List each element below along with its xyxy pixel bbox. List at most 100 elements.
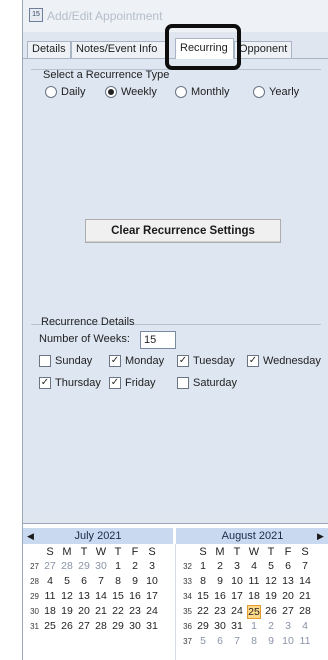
checkbox-thursday-label: Thursday (55, 377, 101, 389)
calendar-day[interactable]: 3 (281, 620, 295, 632)
calendar-day[interactable]: 9 (213, 575, 227, 587)
calendar-day[interactable]: 15 (111, 590, 125, 602)
calendar-day[interactable]: 10 (281, 635, 295, 647)
radio-yearly[interactable]: Yearly (253, 86, 299, 98)
calendar-day[interactable]: 31 (145, 620, 159, 632)
calendar-day[interactable]: 16 (213, 590, 227, 602)
calendar-day[interactable]: 23 (128, 605, 142, 617)
calendar-day[interactable]: 30 (94, 560, 108, 572)
calendar-day[interactable]: 1 (196, 560, 210, 572)
tab-notes-event-info[interactable]: Notes/Event Info (71, 41, 167, 58)
calendar-day[interactable]: 12 (264, 575, 278, 587)
calendar-day[interactable]: 4 (247, 560, 261, 572)
calendar-day[interactable]: 11 (247, 575, 261, 587)
calendar-day[interactable]: 17 (230, 590, 244, 602)
calendar-day[interactable]: 1 (111, 560, 125, 572)
calendar-day[interactable]: 26 (60, 620, 74, 632)
calendar-day[interactable]: 11 (298, 635, 312, 647)
calendar-day[interactable]: 6 (77, 575, 91, 587)
radio-circle (175, 86, 187, 98)
calendar-day[interactable]: 4 (43, 575, 57, 587)
calendar-day[interactable]: 14 (94, 590, 108, 602)
calendar-day[interactable]: 15 (196, 590, 210, 602)
calendar-day[interactable]: 7 (230, 635, 244, 647)
calendar-day[interactable]: 3 (145, 560, 159, 572)
calendar-day[interactable]: 5 (60, 575, 74, 587)
calendar-day[interactable]: 24 (230, 605, 244, 617)
calendar-day[interactable]: 13 (77, 590, 91, 602)
calendar-day[interactable]: 23 (213, 605, 227, 617)
tab-details[interactable]: Details (27, 41, 71, 58)
calendar-day[interactable]: 9 (264, 635, 278, 647)
calendar-day[interactable]: 27 (77, 620, 91, 632)
calendar-day[interactable]: 9 (128, 575, 142, 587)
radio-daily[interactable]: Daily (45, 86, 85, 98)
calendar-day[interactable]: 29 (111, 620, 125, 632)
calendar-day[interactable]: 2 (213, 560, 227, 572)
calendar-day[interactable]: 18 (247, 590, 261, 602)
calendar-day[interactable]: 19 (264, 590, 278, 602)
calendar-day[interactable]: 30 (213, 620, 227, 632)
number-of-weeks-input[interactable]: 15 (140, 331, 176, 349)
highlight-annotation (165, 24, 241, 70)
calendar-day[interactable]: 27 (43, 560, 57, 572)
checkbox-tuesday[interactable]: ✓ Tuesday (177, 355, 235, 367)
checkbox-friday[interactable]: ✓ Friday (109, 377, 156, 389)
calendar-day[interactable]: 28 (298, 605, 312, 617)
calendar-day[interactable]: 3 (230, 560, 244, 572)
radio-weekly[interactable]: Weekly (105, 86, 157, 98)
calendar-day[interactable]: 6 (213, 635, 227, 647)
calendar-day[interactable]: 10 (145, 575, 159, 587)
calendar-day[interactable]: 26 (264, 605, 278, 617)
calendar-day[interactable]: 11 (43, 590, 57, 602)
calendar-day[interactable]: 10 (230, 575, 244, 587)
calendar-day[interactable]: 25 (247, 605, 261, 619)
calendar-day[interactable]: 21 (94, 605, 108, 617)
calendar-day[interactable]: 8 (111, 575, 125, 587)
calendar-day[interactable]: 27 (281, 605, 295, 617)
calendar-day[interactable]: 16 (128, 590, 142, 602)
checkbox-wednesday[interactable]: ✓ Wednesday (247, 355, 321, 367)
calendar-day[interactable]: 29 (196, 620, 210, 632)
checkbox-monday[interactable]: ✓ Monday (109, 355, 164, 367)
month-calendar: July 2021 ◀ S M T W T F S 27 27 28 29 30 1 2 3 28 4 5 6 7 8 9… (23, 523, 328, 660)
radio-monthly[interactable]: Monthly (175, 86, 230, 98)
calendar-day[interactable]: 8 (247, 635, 261, 647)
tab-opponent[interactable]: Opponent (234, 41, 292, 58)
calendar-day[interactable]: 30 (128, 620, 142, 632)
checkbox-thursday[interactable]: ✓ Thursday (39, 377, 101, 389)
clear-recurrence-button[interactable]: Clear Recurrence Settings (85, 219, 281, 243)
calendar-day[interactable]: 4 (298, 620, 312, 632)
calendar-day[interactable]: 7 (94, 575, 108, 587)
calendar-day[interactable]: 28 (94, 620, 108, 632)
calendar-day[interactable]: 1 (247, 620, 261, 632)
calendar-day[interactable]: 21 (298, 590, 312, 602)
calendar-day[interactable]: 25 (43, 620, 57, 632)
calendar-day[interactable]: 20 (77, 605, 91, 617)
calendar-day[interactable]: 5 (264, 560, 278, 572)
calendar-day[interactable]: 5 (196, 635, 210, 647)
calendar-day[interactable]: 6 (281, 560, 295, 572)
calendar-day[interactable]: 24 (145, 605, 159, 617)
calendar-day[interactable]: 7 (298, 560, 312, 572)
calendar-day[interactable]: 13 (281, 575, 295, 587)
calendar-day[interactable]: 22 (196, 605, 210, 617)
recurrence-details-label: Recurrence Details (41, 316, 135, 328)
checkbox-sunday[interactable]: Sunday (39, 355, 92, 367)
checkbox-saturday[interactable]: Saturday (177, 377, 237, 389)
calendar-day[interactable]: 14 (298, 575, 312, 587)
calendar-day[interactable]: 2 (128, 560, 142, 572)
calendar-day[interactable]: 18 (43, 605, 57, 617)
calendar-day[interactable]: 17 (145, 590, 159, 602)
calendar-day[interactable]: 12 (60, 590, 74, 602)
calendar-day[interactable]: 8 (196, 575, 210, 587)
calendar-day[interactable]: 28 (60, 560, 74, 572)
calendar-day[interactable]: 2 (264, 620, 278, 632)
calendar-day[interactable]: 20 (281, 590, 295, 602)
triangle-right-icon[interactable]: ▶ (317, 528, 324, 544)
calendar-day[interactable]: 22 (111, 605, 125, 617)
calendar-day[interactable]: 31 (230, 620, 244, 632)
calendar-day[interactable]: 19 (60, 605, 74, 617)
calendar-day[interactable]: 29 (77, 560, 91, 572)
triangle-left-icon[interactable]: ◀ (27, 528, 34, 544)
